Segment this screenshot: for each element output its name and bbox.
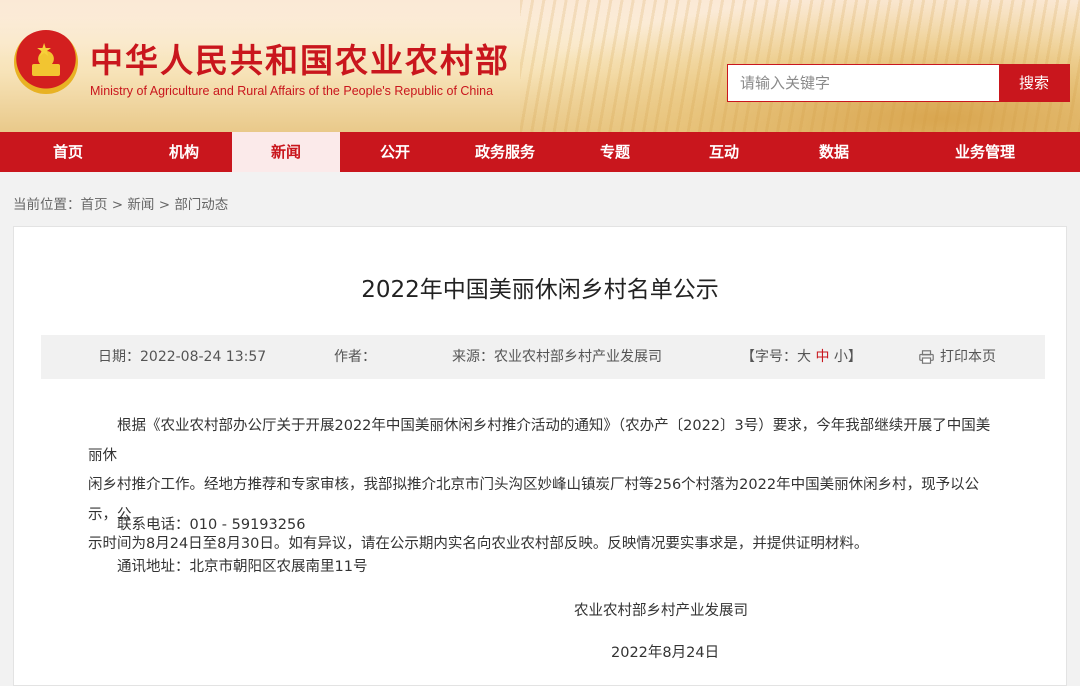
site-header: ★ 中华人民共和国农业农村部 Ministry of Agriculture a… (0, 0, 1080, 132)
contact-phone: 联系电话：010 - 59193256 (117, 517, 306, 533)
article-meta-bar: 日期：2022-08-24 13:57 作者： 来源：农业农村部乡村产业发展司 … (41, 335, 1045, 379)
breadcrumb-department-news[interactable]: 部门动态 (174, 197, 228, 213)
article-card: 2022年中国美丽休闲乡村名单公示 日期：2022-08-24 13:57 作者… (13, 226, 1067, 686)
nav-item-public[interactable]: 公开 (340, 132, 450, 172)
nav-item-organization[interactable]: 机构 (136, 132, 232, 172)
print-label: 打印本页 (940, 349, 996, 365)
print-button[interactable]: 打印本页 (919, 335, 996, 379)
body-line: 根据《农业农村部办公厅关于开展2022年中国美丽休闲乡村推介活动的通知》（农办产… (88, 418, 991, 464)
article-date: 日期：2022-08-24 13:57 (98, 349, 267, 365)
breadcrumb-separator: > (154, 197, 175, 213)
nav-item-news[interactable]: 新闻 (232, 132, 340, 172)
nav-item-data[interactable]: 数据 (778, 132, 890, 172)
breadcrumb-home[interactable]: 首页 (81, 197, 108, 213)
signature-department: 农业农村部乡村产业发展司 (574, 603, 748, 619)
breadcrumb-prefix: 当前位置： (13, 197, 81, 213)
article-source: 来源：农业农村部乡村产业发展司 (452, 349, 662, 365)
search-input[interactable] (728, 65, 1000, 101)
search-box: 搜索 (727, 64, 1070, 102)
breadcrumb-separator: > (107, 197, 128, 213)
site-subtitle-en: Ministry of Agriculture and Rural Affair… (90, 84, 494, 98)
article-author: 作者： (334, 349, 376, 365)
search-button[interactable]: 搜索 (999, 65, 1069, 101)
printer-icon (919, 350, 934, 364)
main-nav: 首页 机构 新闻 公开 政务服务 专题 互动 数据 业务管理 (0, 132, 1080, 172)
font-size-large-button[interactable]: 大 (797, 349, 811, 365)
font-size-medium-button[interactable]: 中 (815, 349, 829, 365)
contact-address: 通讯地址：北京市朝阳区农展南里11号 (117, 559, 368, 575)
site-title[interactable]: 中华人民共和国农业农村部 (90, 34, 510, 82)
article-title: 2022年中国美丽休闲乡村名单公示 (361, 277, 719, 303)
nav-item-government-services[interactable]: 政务服务 (450, 132, 560, 172)
nav-item-interaction[interactable]: 互动 (670, 132, 778, 172)
nav-item-topics[interactable]: 专题 (560, 132, 670, 172)
signature-date: 2022年8月24日 (611, 645, 720, 661)
nav-item-business[interactable]: 业务管理 (890, 132, 1080, 172)
breadcrumb-news[interactable]: 新闻 (127, 197, 154, 213)
font-size-small-button[interactable]: 小 (834, 349, 848, 365)
breadcrumb: 当前位置：首页 > 新闻 > 部门动态 (13, 193, 228, 213)
national-emblem-icon[interactable]: ★ (14, 30, 78, 94)
font-size-control: 【字号：大 中 小】 (741, 349, 862, 365)
nav-item-home[interactable]: 首页 (0, 132, 136, 172)
